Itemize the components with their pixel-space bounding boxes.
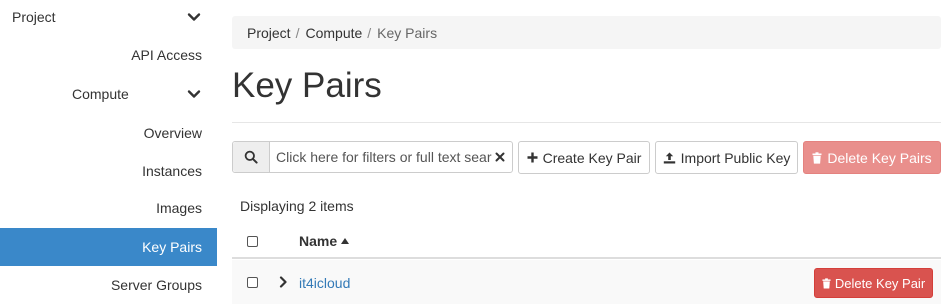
sidebar: Project API Access Compute Overview Inst… [0, 0, 217, 304]
chevron-down-icon [187, 90, 201, 98]
search-icon[interactable] [233, 142, 270, 172]
sidebar-item-instances[interactable]: Instances [0, 152, 217, 190]
sidebar-item-label: Overview [143, 125, 202, 141]
sidebar-item-label: Project [12, 9, 56, 25]
item-count: Displaying 2 items [240, 198, 354, 214]
breadcrumb: Project / Compute / Key Pairs [232, 16, 941, 49]
name-column-header[interactable]: Name [299, 233, 350, 249]
trash-icon [812, 151, 822, 164]
sidebar-item-project[interactable]: Project [0, 0, 217, 36]
delete-key-pair-label: Delete Key Pair [834, 275, 926, 291]
plus-icon [527, 152, 538, 163]
delete-key-pairs-label: Delete Key Pairs [827, 149, 932, 166]
sidebar-item-label: Compute [72, 86, 129, 102]
import-public-key-label: Import Public Key [680, 149, 791, 166]
delete-key-pair-button[interactable]: Delete Key Pair [814, 268, 933, 298]
breadcrumb-item-compute[interactable]: Compute [305, 25, 362, 41]
create-key-pair-button[interactable]: Create Key Pair [518, 141, 650, 174]
search-input[interactable] [270, 142, 492, 172]
row-checkbox[interactable] [247, 277, 258, 288]
key-pair-name-link[interactable]: it4icloud [299, 275, 350, 291]
breadcrumb-item-key-pairs: Key Pairs [377, 24, 438, 41]
sidebar-item-api-access[interactable]: API Access [0, 36, 217, 74]
divider [232, 122, 941, 123]
name-column-label: Name [299, 233, 338, 249]
table-header: Name [232, 222, 941, 259]
breadcrumb-separator: / [295, 24, 300, 41]
search-filter-group [232, 141, 513, 173]
sidebar-item-overview[interactable]: Overview [0, 114, 217, 152]
chevron-down-icon [187, 13, 201, 21]
create-key-pair-label: Create Key Pair [542, 149, 642, 166]
sidebar-item-compute[interactable]: Compute [0, 75, 217, 113]
sort-ascending-icon [341, 238, 350, 244]
main-content: Project / Compute / Key Pairs Key Pairs … [232, 0, 941, 304]
page-title: Key Pairs [232, 66, 382, 105]
breadcrumb-item-project[interactable]: Project [247, 25, 291, 41]
upload-icon [663, 152, 675, 163]
select-all-checkbox[interactable] [247, 236, 258, 247]
sidebar-item-server-groups[interactable]: Server Groups [0, 266, 217, 304]
sidebar-item-label: Key Pairs [142, 239, 202, 255]
import-public-key-button[interactable]: Import Public Key [655, 141, 798, 174]
sidebar-item-label: Images [156, 200, 202, 216]
delete-key-pairs-button[interactable]: Delete Key Pairs [803, 141, 941, 174]
sidebar-item-label: Instances [142, 163, 202, 179]
sidebar-item-images[interactable]: Images [0, 189, 217, 227]
sidebar-item-label: API Access [131, 47, 202, 63]
clear-icon[interactable] [492, 142, 508, 172]
table-row: it4icloud Delete Key Pair [232, 260, 941, 304]
sidebar-item-key-pairs[interactable]: Key Pairs [0, 228, 217, 266]
chevron-right-icon[interactable] [278, 276, 288, 288]
trash-icon [822, 277, 831, 289]
breadcrumb-separator: / [367, 24, 372, 41]
sidebar-item-label: Server Groups [110, 277, 202, 293]
